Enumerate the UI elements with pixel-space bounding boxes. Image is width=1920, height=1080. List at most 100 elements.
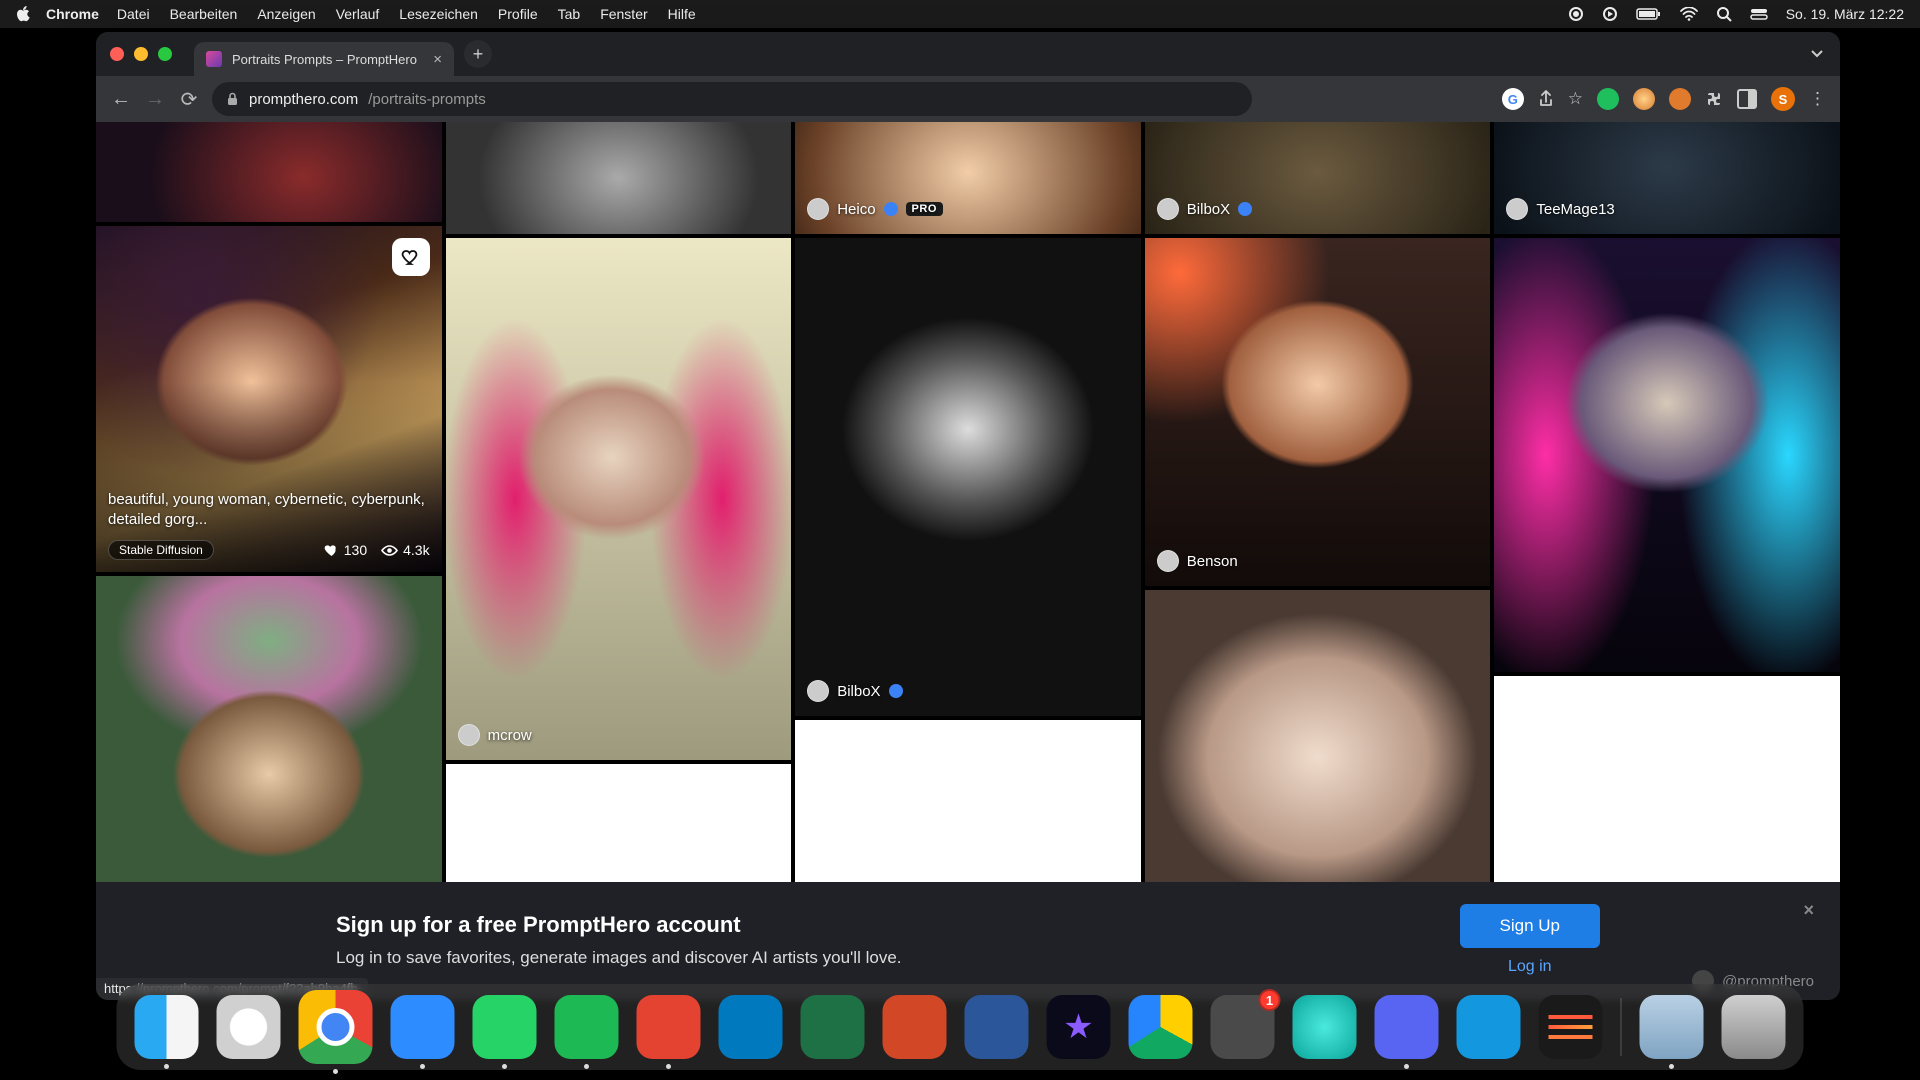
profile-avatar[interactable]: S <box>1771 87 1795 111</box>
author-avatar <box>1506 198 1528 220</box>
menubar-app-name[interactable]: Chrome <box>46 6 99 22</box>
tab-strip: Portraits Prompts – PromptHero × + <box>96 32 1840 76</box>
gallery-card-hovered[interactable]: beautiful, young woman, cybernetic, cybe… <box>96 226 442 572</box>
dock-app-whatsapp[interactable] <box>473 995 537 1059</box>
media-icon[interactable] <box>1602 6 1618 22</box>
apple-menu-icon[interactable] <box>16 6 32 22</box>
battery-icon[interactable] <box>1636 7 1662 21</box>
login-link[interactable]: Log in <box>1508 958 1552 976</box>
menubar-clock[interactable]: So. 19. März 12:22 <box>1786 6 1904 22</box>
author-name: BilboX <box>837 683 880 700</box>
card-author-chip[interactable]: mcrow <box>458 724 532 746</box>
dock-app-settings[interactable]: 1 <box>1211 995 1275 1059</box>
omnibox[interactable]: prompthero.com/portraits-prompts <box>212 82 1252 116</box>
author-name: Benson <box>1187 553 1238 570</box>
tab-title: Portraits Prompts – PromptHero <box>232 52 417 67</box>
omnibox-host: prompthero.com <box>249 91 358 108</box>
card-likes: 130 <box>324 542 367 558</box>
nav-reload-button[interactable]: ⟳ <box>178 87 200 112</box>
menu-anzeigen[interactable]: Anzeigen <box>257 6 315 22</box>
dock-app-voice-memos[interactable] <box>1539 995 1603 1059</box>
bookmark-star-icon[interactable]: ☆ <box>1568 89 1583 109</box>
prompt-gallery: beautiful, young woman, cybernetic, cybe… <box>96 122 1840 964</box>
chrome-menu-icon[interactable]: ⋮ <box>1809 89 1826 109</box>
menu-bearbeiten[interactable]: Bearbeiten <box>170 6 238 22</box>
gallery-card[interactable] <box>1494 238 1840 672</box>
menu-profile[interactable]: Profile <box>498 6 538 22</box>
gallery-card[interactable]: BilboX <box>795 238 1141 716</box>
menu-datei[interactable]: Datei <box>117 6 150 22</box>
menu-verlauf[interactable]: Verlauf <box>336 6 380 22</box>
spotlight-icon[interactable] <box>1716 6 1732 22</box>
dock-app-excel[interactable] <box>801 995 865 1059</box>
menu-hilfe[interactable]: Hilfe <box>668 6 696 22</box>
google-account-icon[interactable]: G <box>1502 88 1524 110</box>
dock-app-generic-teal[interactable] <box>1293 995 1357 1059</box>
card-author-chip[interactable]: Benson <box>1157 550 1238 572</box>
dock-app-todoist[interactable] <box>637 995 701 1059</box>
dock-app-word[interactable] <box>965 995 1029 1059</box>
dock-app-discord[interactable] <box>1375 995 1439 1059</box>
signup-button[interactable]: Sign Up <box>1460 904 1600 948</box>
window-minimize-button[interactable] <box>134 47 148 61</box>
extensions-puzzle-icon[interactable] <box>1705 90 1723 108</box>
dock-app-zoom[interactable] <box>391 995 455 1059</box>
dock-app-trello[interactable] <box>719 995 783 1059</box>
new-tab-button[interactable]: + <box>464 40 492 68</box>
gallery-card[interactable]: mcrow <box>446 238 792 760</box>
window-close-button[interactable] <box>110 47 124 61</box>
tab-favicon <box>206 51 222 67</box>
omnibox-path: /portraits-prompts <box>368 91 486 108</box>
tab-close-button[interactable]: × <box>433 51 442 68</box>
nav-back-button[interactable]: ← <box>110 88 132 111</box>
card-author-chip[interactable]: TeeMage13 <box>1506 198 1614 220</box>
screen-record-icon[interactable] <box>1568 6 1584 22</box>
control-center-icon[interactable] <box>1750 7 1768 21</box>
browser-toolbar: ← → ⟳ prompthero.com/portraits-prompts G… <box>96 76 1840 122</box>
dock-trash[interactable] <box>1722 995 1786 1059</box>
gallery-card[interactable] <box>96 122 442 222</box>
favorite-button[interactable] <box>392 238 430 276</box>
card-author-chip[interactable]: BilboX <box>1157 198 1252 220</box>
wifi-icon[interactable] <box>1680 7 1698 21</box>
menu-lesezeichen[interactable]: Lesezeichen <box>399 6 478 22</box>
verified-icon <box>889 684 903 698</box>
extension-icon-1[interactable] <box>1633 88 1655 110</box>
menu-fenster[interactable]: Fenster <box>600 6 647 22</box>
dock-app-spotify[interactable] <box>555 995 619 1059</box>
author-name: Heico <box>837 201 875 218</box>
gallery-card[interactable]: TeeMage13 <box>1494 122 1840 234</box>
gallery-card[interactable]: Heico PRO <box>795 122 1141 234</box>
gallery-card[interactable]: BilboX <box>1145 122 1491 234</box>
card-author-chip[interactable]: Heico PRO <box>807 198 943 220</box>
browser-tab[interactable]: Portraits Prompts – PromptHero × <box>194 42 454 76</box>
extension-icon-2[interactable] <box>1669 88 1691 110</box>
dock-app-preview[interactable] <box>1640 995 1704 1059</box>
nav-forward-button[interactable]: → <box>144 88 166 111</box>
pro-badge: PRO <box>906 202 943 216</box>
dock-app-safari[interactable] <box>217 995 281 1059</box>
extension-shield-icon[interactable] <box>1597 88 1619 110</box>
window-zoom-button[interactable] <box>158 47 172 61</box>
gallery-card[interactable]: Benson <box>1145 238 1491 586</box>
side-panel-icon[interactable] <box>1737 89 1757 109</box>
share-icon[interactable] <box>1538 90 1554 108</box>
menu-tab[interactable]: Tab <box>558 6 581 22</box>
signup-title: Sign up for a free PromptHero account <box>336 912 902 938</box>
verified-icon <box>884 202 898 216</box>
dock-app-powerpoint[interactable] <box>883 995 947 1059</box>
card-author-chip[interactable]: BilboX <box>807 680 902 702</box>
dock-app-drive[interactable] <box>1129 995 1193 1059</box>
dock-app-quicktime[interactable] <box>1457 995 1521 1059</box>
tab-overflow-button[interactable] <box>1810 47 1824 61</box>
gallery-card[interactable] <box>446 122 792 234</box>
dock-app-finder[interactable] <box>135 995 199 1059</box>
author-avatar <box>807 198 829 220</box>
verified-icon <box>1238 202 1252 216</box>
card-views: 4.3k <box>381 542 429 558</box>
dock-app-chrome[interactable] <box>299 990 373 1064</box>
author-avatar <box>458 724 480 746</box>
dock-app-imovie[interactable] <box>1047 995 1111 1059</box>
banner-close-button[interactable]: × <box>1803 900 1814 921</box>
author-name: TeeMage13 <box>1536 201 1614 218</box>
